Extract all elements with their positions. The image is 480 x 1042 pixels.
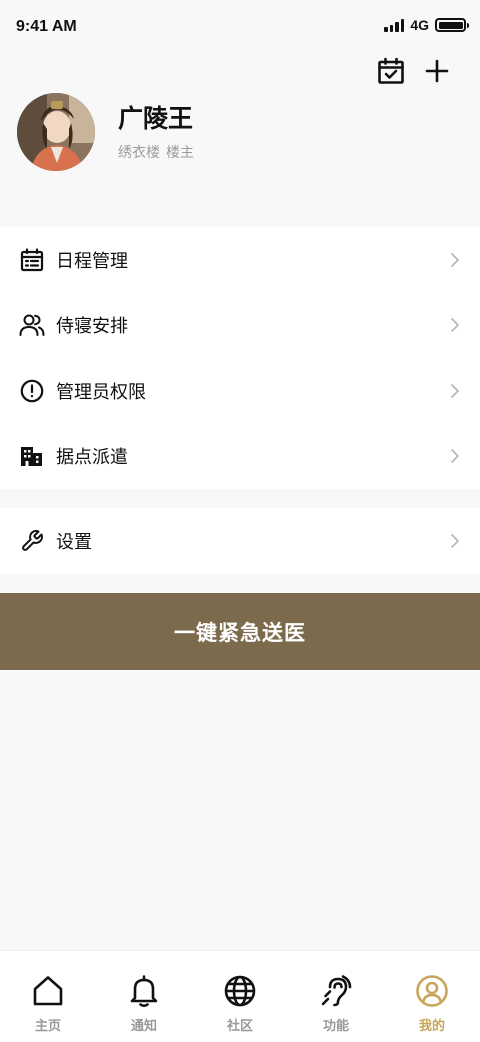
emergency-button[interactable]: 一键紧急送医 <box>0 593 480 670</box>
status-indicators: 4G <box>384 17 469 33</box>
profile-role: 楼主 <box>166 145 194 161</box>
menu-group-main: 日程管理 侍寝安排 管理员权限 据点派遣 <box>0 227 480 489</box>
hearing-icon <box>318 973 354 1009</box>
home-icon <box>30 973 66 1009</box>
menu-item-admin-permissions[interactable]: 管理员权限 <box>0 358 480 424</box>
menu-item-arrangement[interactable]: 侍寝安排 <box>0 293 480 359</box>
battery-icon <box>435 18 469 32</box>
tab-label: 功能 <box>322 1019 349 1034</box>
tab-home[interactable]: 主页 <box>0 951 96 1042</box>
tab-notifications[interactable]: 通知 <box>96 951 192 1042</box>
profile-subtitle: 绣衣楼 楼主 <box>118 142 194 162</box>
menu-label: 管理员权限 <box>56 381 146 403</box>
profile-org: 绣衣楼 <box>118 145 160 161</box>
tab-label: 我的 <box>418 1019 445 1034</box>
profile-name: 广陵王 <box>118 104 194 133</box>
tab-bar: 主页 通知 社区 功能 我的 <box>0 950 480 1042</box>
calendar-check-icon[interactable] <box>376 56 406 86</box>
tab-label: 主页 <box>34 1019 61 1034</box>
buildings-icon <box>19 443 45 469</box>
chevron-right-icon <box>448 446 462 466</box>
chevron-right-icon <box>448 315 462 335</box>
menu-label: 侍寝安排 <box>56 316 128 338</box>
globe-icon <box>222 973 258 1009</box>
menu-item-settings[interactable]: 设置 <box>0 508 480 574</box>
tab-functions[interactable]: 功能 <box>288 951 384 1042</box>
menu-label: 据点派遣 <box>56 447 128 469</box>
menu-label: 日程管理 <box>56 250 128 272</box>
profile-card[interactable]: 广陵王 绣衣楼 楼主 <box>17 93 194 171</box>
menu-group-settings: 设置 <box>0 508 480 574</box>
plus-icon[interactable] <box>422 56 452 86</box>
menu-label: 设置 <box>56 531 92 553</box>
chevron-right-icon <box>448 381 462 401</box>
wrench-icon <box>19 528 45 554</box>
user-circle-icon <box>414 973 450 1009</box>
chevron-right-icon <box>448 250 462 270</box>
alert-circle-icon <box>19 378 45 404</box>
menu-item-dispatch[interactable]: 据点派遣 <box>0 424 480 490</box>
tab-me[interactable]: 我的 <box>384 951 480 1042</box>
menu-item-schedule[interactable]: 日程管理 <box>0 227 480 293</box>
profile-text: 广陵王 绣衣楼 楼主 <box>118 102 194 162</box>
users-icon <box>19 312 45 338</box>
bell-icon <box>126 973 162 1009</box>
top-actions <box>376 56 452 86</box>
tab-community[interactable]: 社区 <box>192 951 288 1042</box>
signal-icon <box>384 18 405 32</box>
tab-label: 社区 <box>226 1019 253 1034</box>
network-label: 4G <box>410 17 429 33</box>
status-time: 9:41 AM <box>16 18 77 35</box>
status-bar: 9:41 AM 4G <box>0 0 480 54</box>
chevron-right-icon <box>448 531 462 551</box>
calendar-list-icon <box>19 247 45 273</box>
tab-label: 通知 <box>130 1019 157 1034</box>
avatar[interactable] <box>17 93 95 171</box>
